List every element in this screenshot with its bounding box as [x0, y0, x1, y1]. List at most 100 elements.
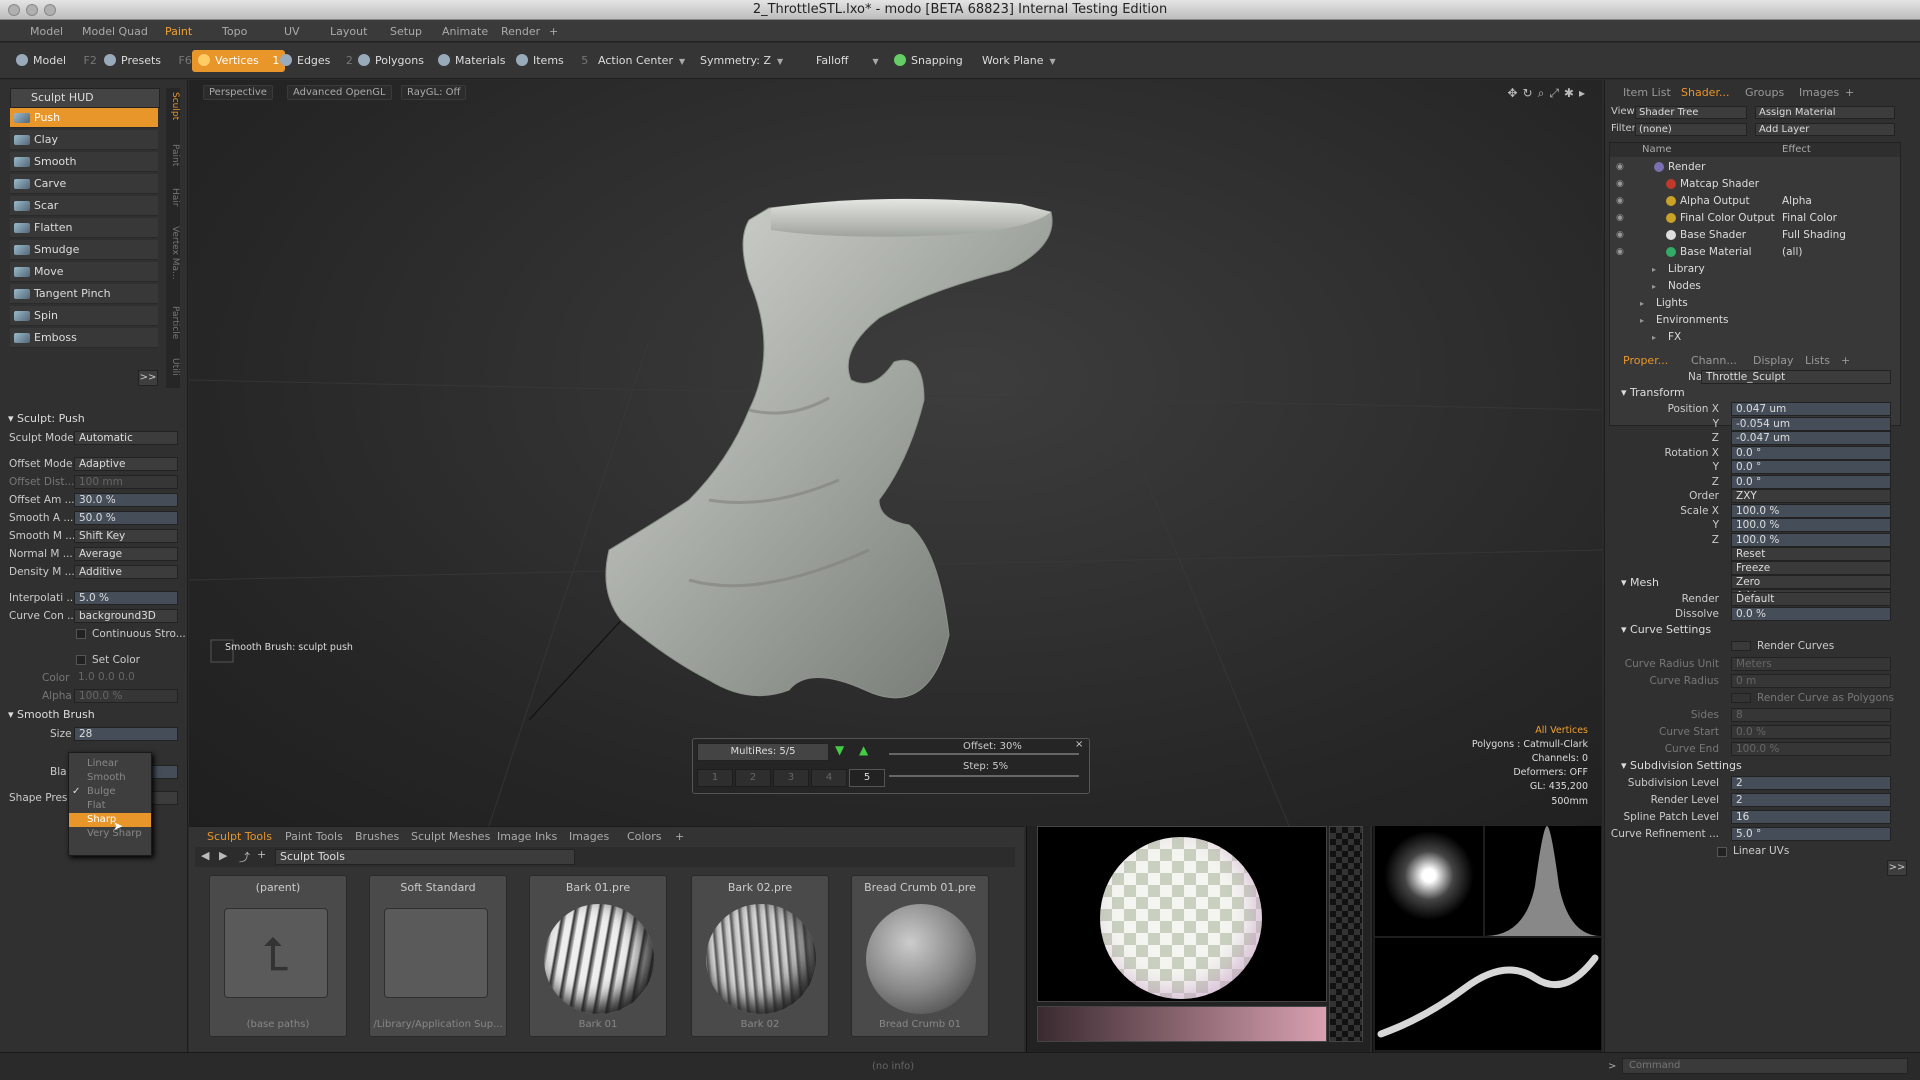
vtab-sculpt[interactable]: Sculpt [166, 92, 180, 120]
tab-colors[interactable]: Colors [627, 830, 661, 843]
tab-lists[interactable]: Lists [1805, 354, 1830, 367]
menu-item-linear[interactable]: Linear [69, 757, 151, 771]
sculpt-tool-flatten[interactable]: Flatten [10, 218, 158, 238]
shader-item-lights[interactable]: ▸ Lights [1610, 295, 1906, 312]
sculpt-tool-clay[interactable]: Clay [10, 130, 158, 150]
vtab-particle[interactable]: Particle [166, 306, 180, 339]
filter-dropdown[interactable]: (none) [1635, 123, 1747, 136]
shader-item-fx[interactable]: ▸ FX [1610, 329, 1906, 346]
curve-constraint-select[interactable]: background3D [74, 609, 178, 623]
shader-item-render[interactable]: ◉ Render [1610, 159, 1906, 176]
render-dropdown[interactable]: Default [1731, 592, 1891, 606]
smooth-brush-section[interactable]: ▾ Smooth Brush [8, 708, 95, 721]
mesh-section[interactable]: ▾ Mesh [1621, 576, 1659, 589]
level-5-button[interactable]: 5 [849, 769, 885, 787]
scale-y-field[interactable]: 100.0 % [1731, 518, 1891, 532]
close-icon[interactable]: × [1075, 739, 1083, 750]
smooth-amount-field[interactable]: 50.0 % [74, 511, 178, 525]
sculpt-hud-button[interactable]: Sculpt HUD [10, 88, 160, 108]
add-tab-button[interactable]: + [1841, 354, 1850, 367]
multires-field[interactable]: MultiRes: 5/5 [697, 743, 829, 761]
smooth-mode-select[interactable]: Shift Key [74, 529, 178, 543]
transform-section[interactable]: ▾ Transform [1621, 386, 1685, 399]
view-dropdown[interactable]: Shader Tree [1635, 106, 1747, 119]
back-arrow-icon[interactable]: ◀ [201, 849, 209, 862]
tab-topo[interactable]: Topo [218, 23, 251, 40]
sculpt-tool-carve[interactable]: Carve [10, 174, 158, 194]
tab-item-list[interactable]: Item List [1623, 86, 1671, 99]
level-2-button[interactable]: 2 [735, 769, 771, 787]
shader-item-alpha-output[interactable]: ◉ Alpha Output Alpha [1610, 193, 1906, 210]
polygons-button[interactable]: Polygons [352, 50, 430, 72]
shader-item-matcap-shader[interactable]: ◉ Matcap Shader [1610, 176, 1906, 193]
minimize-window-button[interactable] [26, 4, 38, 16]
sculpt-tool-push[interactable]: Push [10, 108, 158, 128]
offset-mode-select[interactable]: Adaptive [74, 457, 178, 471]
sculpt-tool-emboss[interactable]: Emboss [10, 328, 158, 348]
render-level-field[interactable]: 2 [1731, 793, 1891, 807]
model-button[interactable]: Model F2 [10, 50, 103, 72]
render-curve-poly-toggle[interactable] [1731, 693, 1751, 703]
render-curves-toggle[interactable] [1731, 641, 1751, 651]
tab-render[interactable]: Render [497, 23, 544, 40]
zoom-window-button[interactable] [44, 4, 56, 16]
sculpt-tool-move[interactable]: Move [10, 262, 158, 282]
visibility-eye-icon[interactable]: ◉ [1616, 193, 1624, 210]
vtab-utility[interactable]: Utili [166, 358, 180, 376]
color-field[interactable]: 1.0 0.0 0.0 [74, 671, 178, 685]
level-up-icon[interactable]: ▲ [859, 743, 868, 757]
sculpt-tool-smooth[interactable]: Smooth [10, 152, 158, 172]
pos-x-field[interactable]: 0.047 um [1731, 402, 1891, 416]
curve-radius-field[interactable]: 0 m [1731, 674, 1891, 688]
sculpt-tool-scar[interactable]: Scar [10, 196, 158, 216]
expand-properties-button[interactable]: >> [1887, 860, 1907, 876]
shader-item-environments[interactable]: ▸ Environments [1610, 312, 1906, 329]
shader-item-base-shader[interactable]: ◉ Base Shader Full Shading [1610, 227, 1906, 244]
vtab-hair[interactable]: Hair [166, 188, 180, 206]
scale-z-field[interactable]: 100.0 % [1731, 532, 1891, 547]
tab-setup[interactable]: Setup [386, 23, 426, 40]
symmetry-dropdown[interactable]: Symmetry: Z ▼ [694, 50, 789, 72]
alpha-field[interactable]: 100.0 % [74, 689, 178, 703]
tab-groups[interactable]: Groups [1745, 86, 1784, 99]
tab-image-inks[interactable]: Image Inks [497, 830, 557, 843]
add-tab-button[interactable]: + [545, 23, 562, 40]
tab-shader-tree[interactable]: Shader... [1681, 86, 1729, 99]
level-4-button[interactable]: 4 [811, 769, 847, 787]
interpolation-field[interactable]: 5.0 % [74, 591, 178, 605]
visibility-eye-icon[interactable]: ◉ [1616, 159, 1624, 176]
command-input[interactable]: Command [1622, 1058, 1908, 1074]
curve-radius-unit-dropdown[interactable]: Meters [1731, 657, 1891, 671]
expand-arrow-icon[interactable]: ▸ [1652, 329, 1656, 346]
sides-field[interactable]: 8 [1731, 708, 1891, 722]
add-tab-button[interactable]: + [1845, 86, 1854, 99]
preset-parent[interactable]: (parent) ⮤ (base paths) [209, 875, 347, 1037]
normal-mode-select[interactable]: Average [74, 547, 178, 561]
items-button[interactable]: Items 5 [510, 50, 594, 72]
sculpt-mode-select[interactable]: Automatic [74, 431, 178, 445]
vtab-paint[interactable]: Paint [166, 144, 180, 166]
tab-properties[interactable]: Proper... [1623, 354, 1668, 367]
sculpt-tool-smudge[interactable]: Smudge [10, 240, 158, 260]
freeze-button[interactable]: Freeze [1731, 561, 1891, 575]
tab-layout[interactable]: Layout [326, 23, 371, 40]
assign-material-dropdown[interactable]: Assign Material [1755, 106, 1895, 119]
alpha-strip[interactable] [1329, 826, 1363, 1042]
offset-distance-field[interactable]: 100 mm [74, 475, 178, 489]
menu-item-flat[interactable]: Flat [69, 799, 151, 813]
vertices-button[interactable]: Vertices 1 [192, 50, 286, 72]
rotation-order-dropdown[interactable]: ZXY [1731, 489, 1891, 503]
sculpt-tool-tangent-pinch[interactable]: Tangent Pinch [10, 284, 158, 304]
sculpt-tool-spin[interactable]: Spin [10, 306, 158, 326]
spline-patch-field[interactable]: 16 [1731, 810, 1891, 824]
shader-item-library[interactable]: ▸ Library [1610, 261, 1906, 278]
tab-uv[interactable]: UV [280, 23, 304, 40]
brush-preview-canvas[interactable] [1037, 826, 1327, 1002]
tab-animate[interactable]: Animate [438, 23, 492, 40]
menu-item-smooth[interactable]: Smooth [69, 771, 151, 785]
tab-images[interactable]: Images [1799, 86, 1839, 99]
preset-bread-crumb-01[interactable]: Bread Crumb 01.pre Bread Crumb 01 [851, 875, 989, 1037]
menu-item-sharp[interactable]: Sharp [69, 813, 151, 827]
reset-button[interactable]: Reset [1731, 547, 1891, 561]
preset-bark-02[interactable]: Bark 02.pre Bark 02 [691, 875, 829, 1037]
